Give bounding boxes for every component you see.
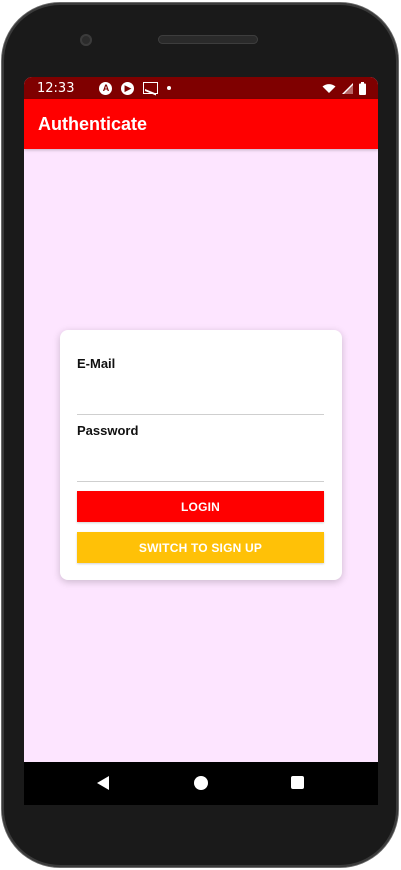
battery-icon bbox=[359, 81, 366, 95]
gmail-icon bbox=[143, 82, 159, 94]
wifi-icon bbox=[322, 83, 336, 93]
page-title: Authenticate bbox=[38, 113, 148, 134]
camera-icon bbox=[80, 34, 92, 46]
signal-icon bbox=[342, 82, 353, 94]
switch-to-signup-button[interactable]: SWITCH TO SIGN UP bbox=[77, 532, 324, 563]
login-button[interactable]: LOGIN bbox=[77, 491, 324, 522]
speaker-grille bbox=[158, 35, 258, 44]
password-input[interactable] bbox=[77, 457, 324, 482]
app-bar: Authenticate bbox=[24, 99, 378, 149]
play-icon: ▶ bbox=[121, 81, 135, 95]
android-navigation-bar bbox=[24, 762, 378, 805]
status-notification-icons: A ▶ bbox=[99, 81, 172, 95]
status-bar: 12:33 A ▶ bbox=[24, 77, 378, 99]
email-label: E-Mail bbox=[77, 356, 116, 371]
password-field-group: Password bbox=[77, 423, 324, 482]
home-icon[interactable] bbox=[194, 776, 208, 790]
status-time: 12:33 bbox=[37, 80, 75, 96]
back-icon[interactable] bbox=[97, 776, 109, 790]
android-studio-icon: A bbox=[99, 81, 113, 95]
recents-icon[interactable] bbox=[291, 776, 304, 789]
status-system-icons bbox=[322, 81, 366, 95]
authentication-card: E-Mail Password LOGIN SWITCH TO SIGN UP bbox=[60, 330, 342, 580]
phone-frame: 12:33 A ▶ Authenticate E-Mail Password L… bbox=[2, 3, 398, 867]
email-field-group: E-Mail bbox=[77, 356, 324, 415]
email-input[interactable] bbox=[77, 390, 324, 415]
notification-dot-icon bbox=[167, 86, 172, 90]
app-screen: 12:33 A ▶ Authenticate E-Mail Password L… bbox=[24, 77, 378, 762]
password-label: Password bbox=[77, 423, 139, 438]
